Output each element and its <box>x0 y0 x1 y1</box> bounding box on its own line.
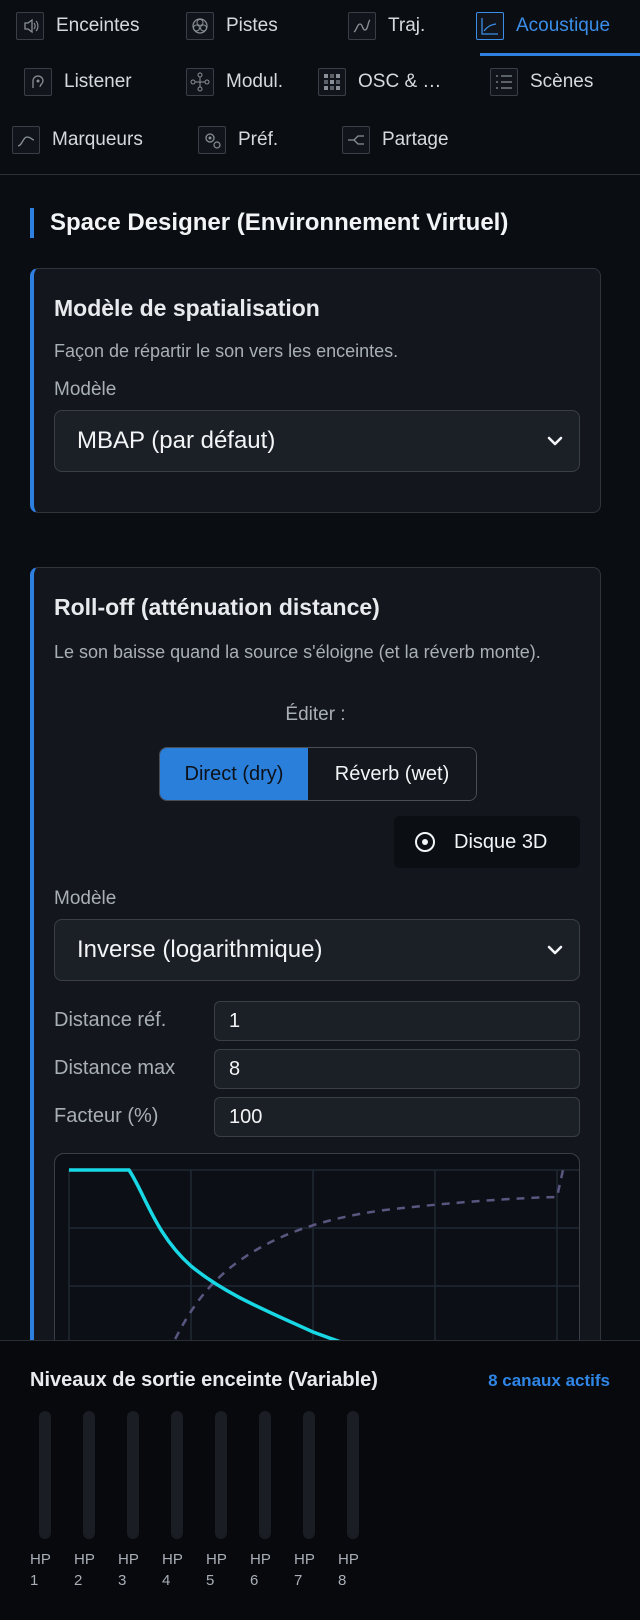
meter-label: HP 8 <box>338 1551 359 1589</box>
disk-3d-button[interactable]: Disque 3D <box>394 816 580 868</box>
card-title: Modèle de spatialisation <box>54 295 320 321</box>
share-icon <box>342 126 370 154</box>
edit-reverb-button[interactable]: Réverb (wet) <box>308 748 476 800</box>
tab-listener[interactable]: Listener <box>24 56 132 108</box>
tab-enceintes[interactable]: Enceintes <box>16 0 139 52</box>
modulation-icon <box>186 68 214 96</box>
tracks-icon <box>186 12 214 40</box>
output-meters-panel: Niveaux de sortie enceinte (Variable) 8 … <box>0 1340 640 1620</box>
tab-osc[interactable]: OSC & … <box>318 56 441 108</box>
markers-icon <box>12 126 40 154</box>
factor-input[interactable]: 100 <box>214 1097 580 1137</box>
edit-label: Éditer : <box>285 704 346 725</box>
spatial-model-card: Modèle de spatialisation Façon de répart… <box>30 268 601 513</box>
scenes-icon <box>490 68 518 96</box>
tab-label: Enceintes <box>56 15 140 36</box>
card-title: Roll-off (atténuation distance) <box>54 594 380 620</box>
select-value: MBAP (par défaut) <box>77 427 276 454</box>
meter-label: HP 3 <box>118 1551 139 1589</box>
max-distance-label: Distance max <box>54 1057 176 1079</box>
meter-label: HP 7 <box>294 1551 315 1589</box>
tab-label: Scènes <box>530 71 594 92</box>
tab-label: Traj. <box>388 15 426 36</box>
osc-icon <box>318 68 346 96</box>
chevron-down-icon <box>547 436 563 446</box>
card-description: Façon de répartir le son vers les encein… <box>54 341 399 361</box>
tab-label: OSC & … <box>358 71 442 92</box>
target-icon <box>415 832 435 852</box>
meter-label: HP 2 <box>74 1551 95 1589</box>
rolloff-model-select[interactable]: Inverse (logarithmique) <box>54 919 580 981</box>
listener-icon <box>24 68 52 96</box>
tab-scenes[interactable]: Scènes <box>490 56 593 108</box>
edit-mode-toggle: Direct (dry) Réverb (wet) <box>159 747 477 801</box>
tab-traj[interactable]: Traj. <box>348 0 425 52</box>
meters-title: Niveaux de sortie enceinte (Variable) <box>30 1369 378 1391</box>
tab-label: Marqueurs <box>52 129 143 150</box>
dry-curve <box>69 1168 416 1366</box>
tab-label: Listener <box>64 71 132 92</box>
model-label: Modèle <box>54 379 117 400</box>
tab-label: Partage <box>382 129 449 150</box>
edit-direct-button[interactable]: Direct (dry) <box>160 748 308 800</box>
meter-bar <box>171 1411 183 1539</box>
meter-bar <box>259 1411 271 1539</box>
disk-3d-label: Disque 3D <box>454 830 548 853</box>
tab-bar: Enceintes Pistes Traj. Acoustique Listen… <box>0 0 640 175</box>
tab-acoustique[interactable]: Acoustique <box>476 0 610 52</box>
meter-label: HP 5 <box>206 1551 227 1589</box>
meter-bar <box>303 1411 315 1539</box>
spatial-model-select[interactable]: MBAP (par défaut) <box>54 410 580 472</box>
speaker-icon <box>16 12 44 40</box>
meter-bar <box>83 1411 95 1539</box>
preferences-icon <box>198 126 226 154</box>
meter-label: HP 1 <box>30 1551 51 1589</box>
meter-label: HP 4 <box>162 1551 183 1589</box>
tab-pistes[interactable]: Pistes <box>186 0 278 52</box>
factor-label: Facteur (%) <box>54 1105 159 1127</box>
tab-partage[interactable]: Partage <box>342 114 449 166</box>
tab-label: Modul. <box>226 71 284 92</box>
tab-label: Préf. <box>238 129 279 150</box>
meter-bar <box>127 1411 139 1539</box>
acoustic-icon <box>476 12 504 40</box>
active-channels-count: 8 canaux actifs <box>488 1371 610 1390</box>
model-label: Modèle <box>54 888 117 909</box>
tab-modul[interactable]: Modul. <box>186 56 283 108</box>
meter-label: HP 6 <box>250 1551 271 1589</box>
select-value: Inverse (logarithmique) <box>77 936 323 963</box>
rolloff-card: Roll-off (atténuation distance) Le son b… <box>30 567 601 1393</box>
meter-bar <box>347 1411 359 1539</box>
ref-distance-input[interactable]: 1 <box>214 1001 580 1041</box>
section-title: Space Designer (Environnement Virtuel) <box>30 208 508 238</box>
tab-label: Acoustique <box>516 15 611 36</box>
max-distance-input[interactable]: 8 <box>214 1049 580 1089</box>
tab-pref[interactable]: Préf. <box>198 114 278 166</box>
card-description: Le son baisse quand la source s'éloigne … <box>54 642 541 662</box>
meter-bar <box>215 1411 227 1539</box>
meter-bar <box>39 1411 51 1539</box>
tab-label: Pistes <box>226 15 278 36</box>
trajectory-icon <box>348 12 376 40</box>
tab-marqueurs[interactable]: Marqueurs <box>12 114 143 166</box>
chevron-down-icon <box>547 945 563 955</box>
ref-distance-label: Distance réf. <box>54 1009 167 1031</box>
